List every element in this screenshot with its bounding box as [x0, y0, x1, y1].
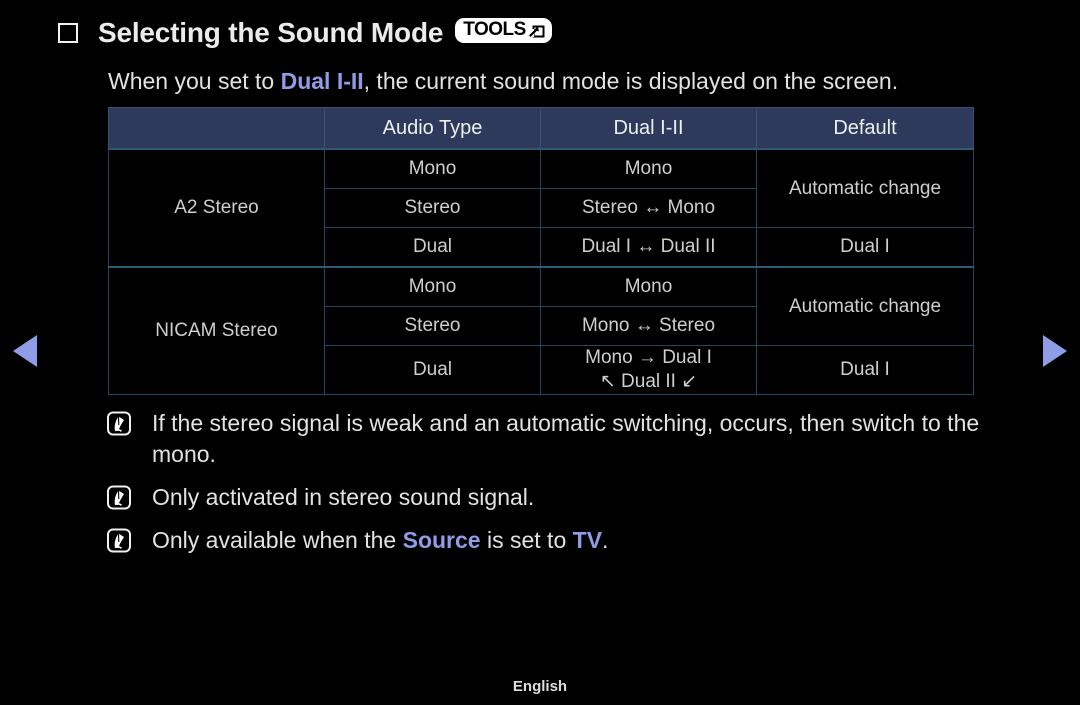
page-title: Selecting the Sound Mode TOOLS — [98, 17, 552, 49]
note-highlight: TV — [572, 527, 603, 554]
note-item: Only available when the Source is set to… — [106, 525, 1016, 556]
note-segment: If the stereo signal is weak and an auto… — [152, 410, 980, 468]
cell-dual-mode: Mono → Dual I ↖ Dual II ↙ — [540, 345, 757, 395]
row-group-label: NICAM Stereo — [108, 266, 325, 395]
cell-audio-type: Stereo — [324, 188, 541, 228]
cell-dual-mode: Mono ↔ Stereo — [540, 306, 757, 346]
note-segment: Only activated in stereo sound signal. — [152, 484, 535, 511]
cell-audio-type: Mono — [324, 266, 541, 307]
cell-dual-mode: Mono — [540, 148, 757, 189]
column-header-blank — [108, 107, 325, 150]
note-pen-icon — [106, 528, 136, 556]
cell-audio-type: Dual — [324, 227, 541, 268]
note-segment: . — [602, 527, 609, 554]
note-segment: Only available when the — [152, 527, 403, 554]
page-title-text: Selecting the Sound Mode — [98, 17, 444, 48]
note-segment: is set to — [480, 527, 573, 554]
note-pen-icon — [106, 485, 136, 513]
cell-audio-type: Dual — [324, 345, 541, 395]
table-body: A2 Stereo Mono Mono Automatic change Stereo S… — [108, 148, 974, 395]
column-header-default: Default — [756, 107, 974, 150]
table-row: NICAM Stereo Mono Mono Automatic change — [108, 266, 974, 395]
cell-dual-mode: Mono — [540, 266, 757, 307]
cell-dual-line-1: Mono → Dual I — [585, 347, 712, 368]
prev-page-arrow[interactable] — [13, 335, 37, 367]
note-text: If the stereo signal is weak and an auto… — [152, 408, 1016, 470]
tools-badge-label: TOOLS — [463, 19, 526, 40]
page-header: Selecting the Sound Mode TOOLS — [0, 10, 1080, 56]
tools-arrow-icon — [528, 23, 545, 40]
table-row: A2 Stereo Mono Mono Automatic change — [108, 148, 974, 268]
cell-default-mode: Dual I — [756, 227, 974, 268]
note-pen-icon — [106, 411, 136, 439]
cell-default-mode: Automatic change — [756, 266, 974, 346]
notes-list: If the stereo signal is weak and an auto… — [106, 408, 1016, 568]
table-header-row: Audio Type Dual I-II Default — [108, 107, 974, 150]
cell-audio-type: Stereo — [324, 306, 541, 346]
note-text: Only available when the Source is set to… — [152, 525, 608, 556]
row-group-label: A2 Stereo — [108, 148, 325, 268]
column-header-audio-type: Audio Type — [324, 107, 541, 150]
sound-mode-table: Audio Type Dual I-II Default A2 Stereo Mo… — [108, 107, 974, 395]
intro-before: When you set to — [108, 68, 281, 94]
intro-sentence: When you set to Dual I-II, the current s… — [108, 68, 898, 95]
cell-default-mode: Dual I — [756, 345, 974, 395]
footer-language: English — [512, 678, 568, 695]
note-item: If the stereo signal is weak and an auto… — [106, 408, 1016, 470]
column-header-dual: Dual I-II — [540, 107, 757, 150]
cell-audio-type: Mono — [324, 148, 541, 189]
intro-after: , the current sound mode is displayed on… — [363, 68, 899, 94]
cell-dual-mode: Stereo ↔ Mono — [540, 188, 757, 228]
note-item: Only activated in stereo sound signal. — [106, 482, 1016, 513]
cell-default-mode: Automatic change — [756, 148, 974, 228]
square-bullet-icon — [58, 23, 78, 43]
intro-highlight: Dual I-II — [280, 68, 364, 94]
note-text: Only activated in stereo sound signal. — [152, 482, 534, 513]
cell-dual-mode: Dual I ↔ Dual II — [540, 227, 757, 268]
tools-badge[interactable]: TOOLS — [455, 18, 552, 43]
next-page-arrow[interactable] — [1043, 335, 1067, 367]
cell-dual-line-2: ↖ Dual II ↙ — [599, 370, 698, 392]
note-highlight: Source — [402, 527, 481, 554]
